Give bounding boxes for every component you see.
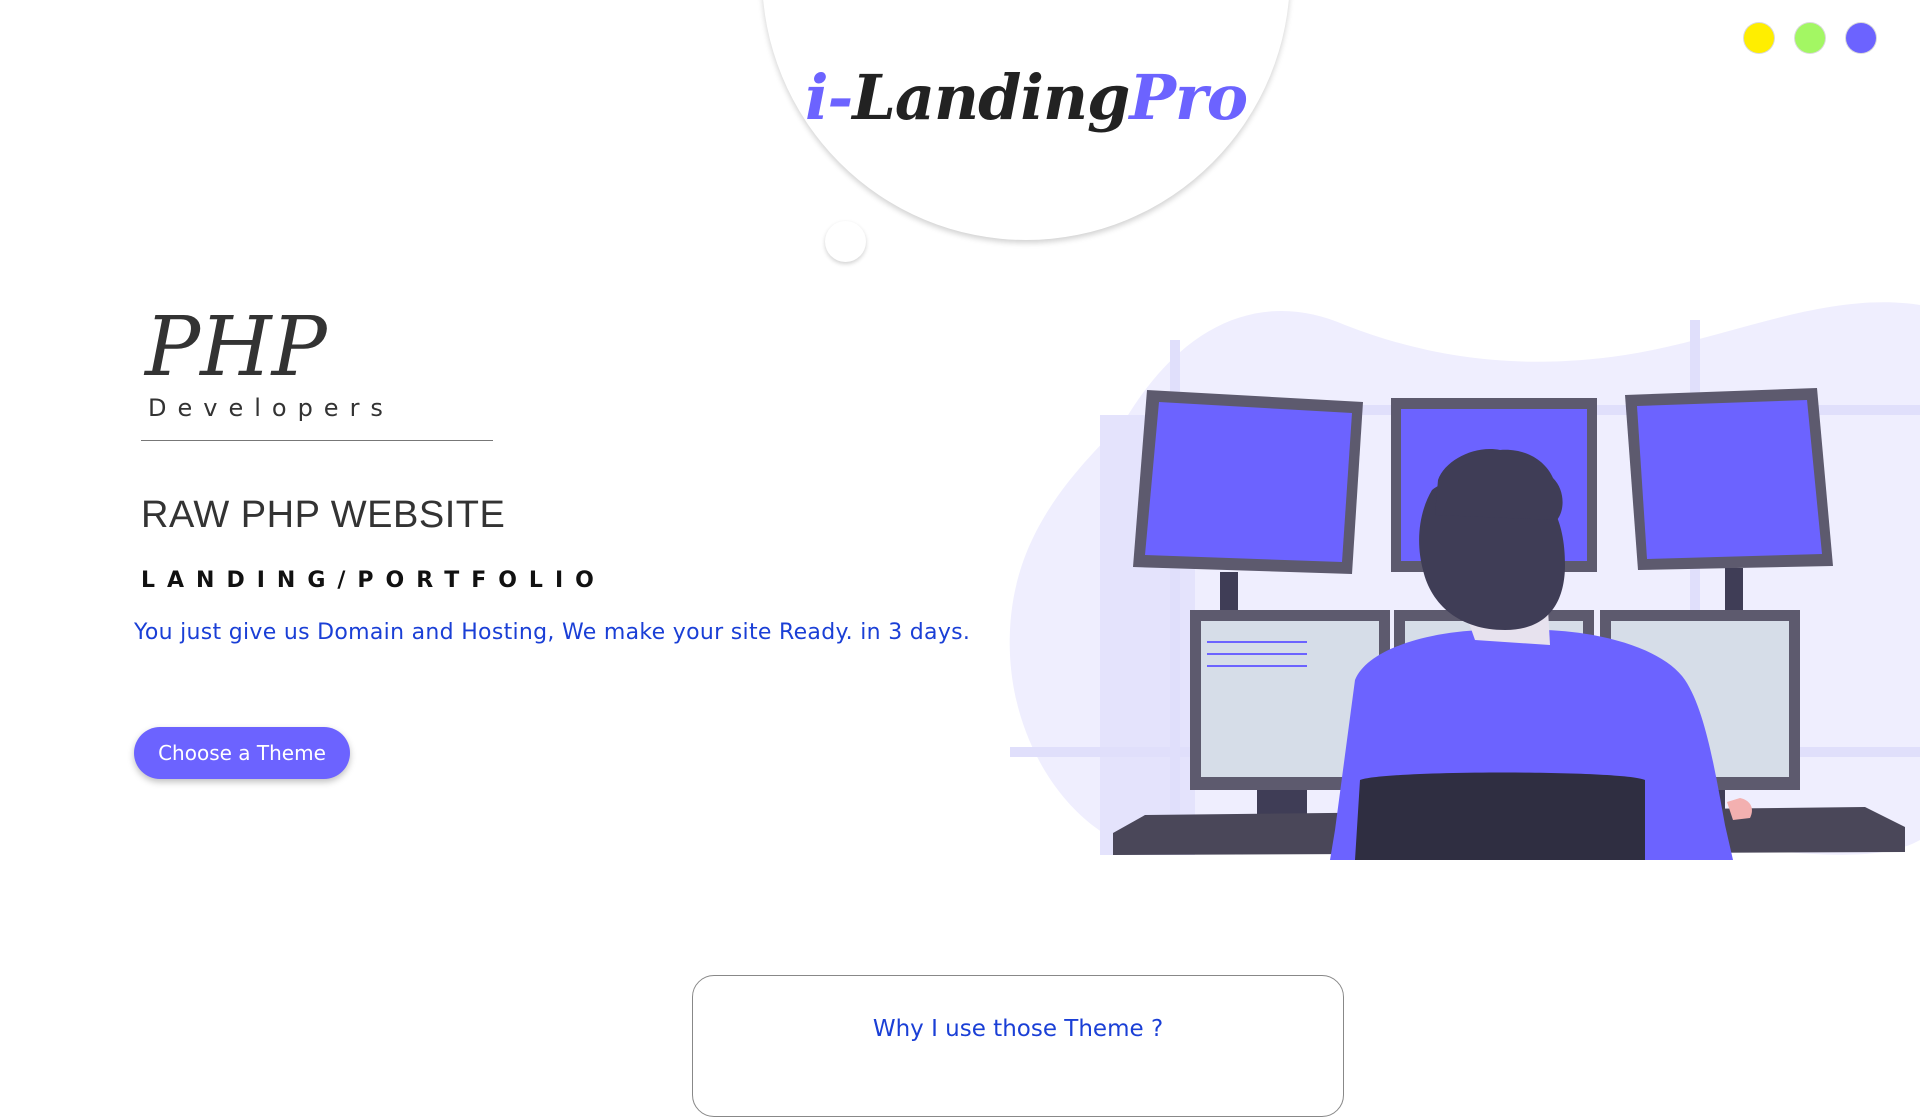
hero-subheadline: LANDING/PORTFOLIO [141, 568, 606, 593]
decorative-bubble [825, 221, 866, 262]
theme-dot-yellow[interactable] [1744, 23, 1774, 53]
info-card: Why I use those Theme ? [692, 975, 1344, 1117]
brand-title: PHP [145, 300, 327, 395]
hero-headline: RAW PHP WEBSITE [141, 494, 506, 536]
logo-prefix: i- [804, 61, 853, 134]
developer-at-monitors-illustration [1009, 302, 1920, 860]
choose-theme-button[interactable]: Choose a Theme [134, 727, 350, 779]
brand-subtitle: Developers [148, 394, 394, 422]
hero-tagline: You just give us Domain and Hosting, We … [134, 620, 971, 645]
site-logo[interactable]: i-LandingPro [762, 58, 1290, 138]
logo-main: Landing [852, 61, 1130, 134]
theme-dot-purple[interactable] [1846, 23, 1876, 53]
theme-dot-green[interactable] [1795, 23, 1825, 53]
brand-divider [141, 440, 493, 441]
theme-switcher [1744, 23, 1876, 53]
logo-suffix: Pro [1129, 61, 1248, 134]
info-card-title: Why I use those Theme ? [872, 1016, 1164, 1042]
